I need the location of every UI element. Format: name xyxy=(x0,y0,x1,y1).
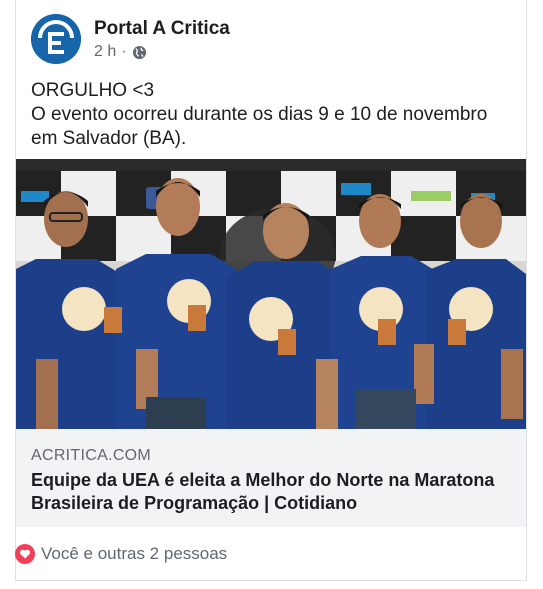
reactions-summary[interactable]: Você e outras 2 pessoas xyxy=(15,542,227,566)
link-preview-image[interactable] xyxy=(16,159,526,429)
page-name[interactable]: Portal A Critica xyxy=(94,18,230,40)
post-card: Portal A Critica 2 h · ORGULHO <3 O even… xyxy=(15,0,527,580)
meta-separator: · xyxy=(121,43,127,60)
divider xyxy=(15,580,527,581)
team-photo xyxy=(16,159,526,429)
post-text: ORGULHO <3 O evento ocorreu durante os d… xyxy=(31,79,521,151)
heart-icon xyxy=(15,544,35,564)
link-title[interactable]: Equipe da UEA é eleita a Melhor do Norte… xyxy=(31,469,521,515)
link-title-line: Brasileira de Programação | Cotidiano xyxy=(31,493,358,513)
link-title-line: Equipe da UEA é eleita a Melhor do Norte… xyxy=(31,470,495,490)
link-domain: ACRITICA.COM xyxy=(31,447,152,464)
reactions-text: Você e outras 2 pessoas xyxy=(41,544,228,563)
page-logo-icon xyxy=(31,14,81,64)
post-meta: 2 h · xyxy=(94,43,147,61)
post-text-line: ORGULHO <3 xyxy=(31,80,155,101)
post-time[interactable]: 2 h xyxy=(94,43,116,61)
page-avatar[interactable] xyxy=(31,14,81,64)
post-header: Portal A Critica 2 h · xyxy=(31,14,511,66)
post-text-line: O evento ocorreu durante os dias 9 e 10 … xyxy=(31,104,488,125)
post-text-line: em Salvador (BA). xyxy=(31,128,187,149)
link-preview[interactable]: ACRITICA.COM Equipe da UEA é eleita a Me… xyxy=(16,429,526,527)
globe-icon[interactable] xyxy=(132,45,147,60)
